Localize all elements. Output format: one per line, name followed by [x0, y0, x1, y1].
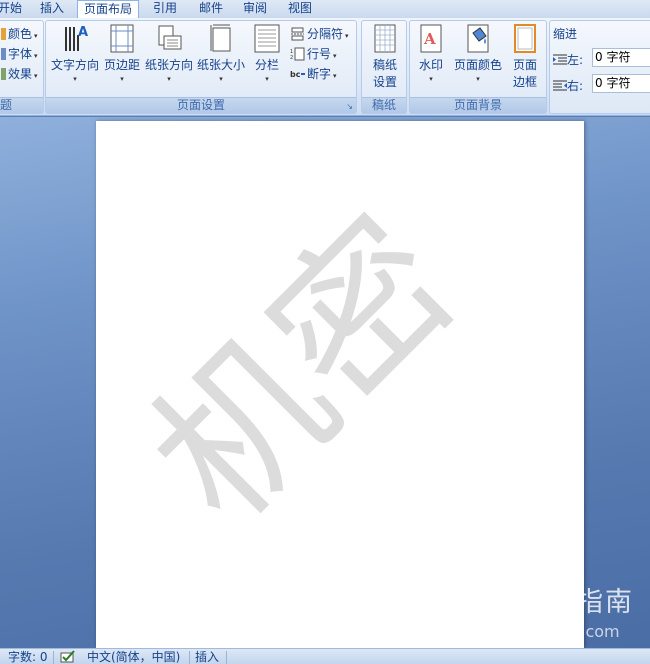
tab-mailings[interactable]: 邮件: [199, 0, 223, 18]
columns-button[interactable]: 分栏 ▾: [252, 23, 282, 83]
tab-review[interactable]: 审阅: [243, 0, 267, 18]
tab-home[interactable]: 开始: [0, 0, 22, 18]
indent-right-label: 右:: [553, 77, 583, 94]
status-bar: 字数: 0 中文(简体，中国) 插入: [0, 648, 650, 664]
svg-text:bc: bc: [290, 70, 301, 79]
word-count[interactable]: 字数: 0: [8, 649, 48, 664]
svg-text:A: A: [78, 25, 88, 40]
page-background-group: A 水印 ▾ 页面颜色 ▾ 页面 边框 页面背景: [409, 20, 547, 114]
tab-page-layout[interactable]: 页面布局: [77, 0, 140, 19]
svg-text:A: A: [423, 30, 436, 48]
colors-icon: [1, 28, 6, 40]
svg-text:2: 2: [290, 55, 293, 61]
tab-insert[interactable]: 插入: [40, 0, 64, 18]
ribbon: 颜色 ▾ 字体 ▾ 效果 ▾ 题 A 文字方向 ▾ 页边距 ▾ 纸张方向 ▾ 纸…: [0, 18, 650, 116]
proofing-icon[interactable]: [60, 649, 76, 664]
draft-paper-group: 稿纸 设置 稿纸: [361, 20, 407, 114]
orientation-icon: [158, 25, 182, 50]
margins-icon: [110, 24, 134, 53]
page-size-button[interactable]: 纸张大小 ▾: [196, 23, 246, 83]
indent-right-icon: [553, 80, 567, 91]
watermark-layer: 机密: [115, 182, 491, 558]
draft-paper-settings-button[interactable]: 稿纸 设置: [366, 23, 404, 90]
fonts-icon: [1, 48, 6, 60]
breaks-icon: [291, 27, 304, 41]
text-direction-icon: A: [65, 25, 88, 51]
text-direction-button[interactable]: A 文字方向 ▾: [49, 23, 101, 83]
theme-effects-button[interactable]: 效果 ▾: [1, 65, 38, 83]
page-border-icon: [514, 24, 536, 53]
breaks-button[interactable]: 分隔符 ▾: [290, 25, 349, 43]
indent-label: 缩进: [553, 27, 578, 41]
theme-group: 颜色 ▾ 字体 ▾ 效果 ▾ 题: [0, 20, 44, 114]
effects-icon: [1, 68, 6, 80]
theme-group-label: 题: [0, 97, 43, 113]
theme-colors-button[interactable]: 颜色 ▾: [1, 25, 38, 43]
language-indicator[interactable]: 中文(简体，中国): [87, 649, 180, 664]
page-setup-group-label: 页面设置: [46, 97, 356, 113]
indent-left-icon: [553, 54, 567, 65]
hyphenation-icon: bc: [290, 70, 305, 79]
indent-left-label: 左:: [553, 51, 583, 68]
page-color-button[interactable]: 页面颜色 ▾: [452, 23, 504, 83]
columns-icon: [254, 24, 280, 53]
document-page[interactable]: 机密: [96, 121, 584, 648]
line-numbers-icon: 12: [290, 47, 305, 61]
orientation-button[interactable]: 纸张方向 ▾: [144, 23, 194, 83]
theme-fonts-button[interactable]: 字体 ▾: [1, 45, 38, 63]
watermark-text: 机密: [115, 182, 491, 558]
insert-mode-indicator[interactable]: 插入: [195, 649, 219, 664]
paragraph-group: 缩进 左: 0 字符 右: 0 字符: [549, 20, 650, 114]
page-setup-dialog-launcher-icon[interactable]: ↘: [346, 102, 353, 111]
ribbon-tab-bar: 开始 插入 页面布局 引用 邮件 审阅 视图: [0, 0, 650, 19]
watermark-icon: A: [420, 24, 442, 53]
paint-bucket-icon: [467, 24, 489, 53]
grid-paper-icon: [374, 24, 396, 53]
sogou-logo: S 搜狗指南 zhinan.sogou.com: [472, 578, 642, 642]
indent-right-input[interactable]: 0 字符: [592, 74, 650, 93]
line-numbers-button[interactable]: 1 2 行号 ▾: [290, 45, 337, 63]
indent-left-input[interactable]: 0 字符: [592, 48, 650, 67]
hyphenation-button[interactable]: bc 断字 ▾: [290, 65, 337, 83]
draft-paper-group-label: 稿纸: [362, 97, 406, 113]
tab-references[interactable]: 引用: [153, 0, 177, 18]
margins-button[interactable]: 页边距 ▾: [102, 23, 142, 83]
page-size-icon: [210, 24, 231, 52]
tab-view[interactable]: 视图: [288, 0, 312, 18]
page-borders-button[interactable]: 页面 边框: [508, 23, 542, 90]
page-setup-group: A 文字方向 ▾ 页边距 ▾ 纸张方向 ▾ 纸张大小 ▾ 分栏 ▾ 分隔符 ▾ …: [45, 20, 357, 114]
watermark-button[interactable]: A 水印 ▾: [414, 23, 448, 83]
page-background-group-label: 页面背景: [410, 97, 546, 113]
